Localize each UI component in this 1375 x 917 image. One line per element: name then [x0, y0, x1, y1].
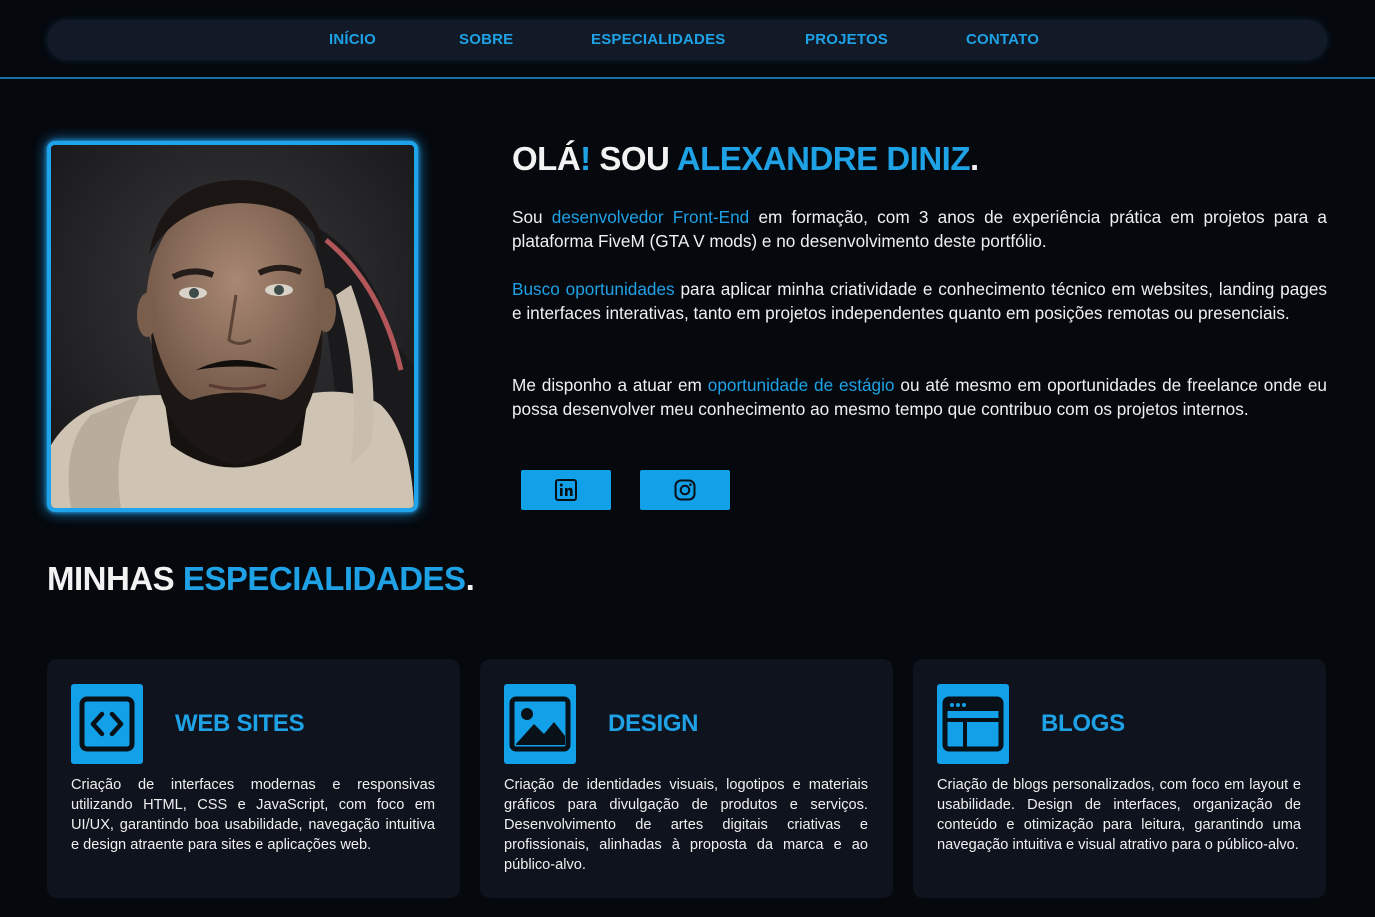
specialties-heading-highlight: ESPECIALIDADES — [182, 560, 466, 597]
portrait-illustration — [51, 145, 414, 508]
specialty-card-design: DESIGN Criação de identidades visuais, l… — [480, 659, 893, 898]
intro-heading-name: ALEXANDRE DINIZ — [676, 140, 971, 177]
nav-item-especialidades[interactable]: ESPECIALIDADES — [591, 31, 726, 48]
card-text-websites: Criação de interfaces modernas e respons… — [71, 777, 435, 853]
card-text-blogs: Criação de blogs personalizados, com foc… — [937, 777, 1301, 853]
card-title-blogs: BLOGS — [1041, 710, 1125, 737]
intro-heading-exclamation: ! — [580, 140, 591, 177]
nav-item-inicio[interactable]: INÍCIO — [329, 31, 376, 48]
nav-item-contato[interactable]: CONTATO — [966, 31, 1039, 48]
intro-paragraph-3: Me disponho a atuar em oportunidade de e… — [512, 373, 1327, 421]
specialties-heading-minhas: MINHAS — [47, 560, 183, 597]
p1-highlight-frontend: desenvolvedor Front-End — [551, 207, 750, 227]
intro-heading-dot: . — [969, 140, 979, 177]
image-icon — [504, 684, 576, 764]
card-title-websites: WEB SITES — [175, 710, 305, 737]
specialties-heading: MINHAS ESPECIALIDADES. — [47, 560, 475, 598]
intro-heading-greeting: OLÁ — [512, 140, 581, 177]
specialties-heading-dot: . — [465, 560, 475, 597]
specialty-card-websites: WEB SITES Criação de interfaces modernas… — [47, 659, 460, 898]
nav-item-sobre[interactable]: SOBRE — [459, 31, 513, 48]
specialty-card-blogs: BLOGS Criação de blogs personalizados, c… — [913, 659, 1326, 898]
instagram-icon — [674, 479, 696, 501]
linkedin-button[interactable] — [521, 470, 611, 510]
linkedin-icon — [555, 479, 577, 501]
top-nav-bar: INÍCIO SOBRE ESPECIALIDADES PROJETOS CON… — [0, 0, 1375, 79]
intro-heading-sou: SOU — [590, 140, 677, 177]
nav-menu: INÍCIO SOBRE ESPECIALIDADES PROJETOS CON… — [47, 20, 1327, 60]
p3-highlight-internship: oportunidade de estágio — [707, 375, 895, 395]
nav-item-projetos[interactable]: PROJETOS — [805, 31, 888, 48]
profile-photo — [47, 141, 418, 512]
instagram-button[interactable] — [640, 470, 730, 510]
p2-highlight-opportunities: Busco oportunidades — [512, 279, 675, 299]
card-text-design: Criação de identidades visuais, logotipo… — [504, 777, 868, 873]
card-title-design: DESIGN — [608, 710, 699, 737]
code-icon — [71, 684, 143, 764]
p1-text-a: Sou — [512, 207, 552, 227]
intro-paragraph-1: Sou desenvolvedor Front-End em formação,… — [512, 205, 1327, 253]
intro-paragraph-2: Busco oportunidades para aplicar minha c… — [512, 277, 1327, 325]
p3-text-a: Me disponho a atuar em — [512, 375, 708, 395]
intro-heading: OLÁ! SOU ALEXANDRE DINIZ. — [512, 140, 979, 178]
browser-layout-icon — [937, 684, 1009, 764]
